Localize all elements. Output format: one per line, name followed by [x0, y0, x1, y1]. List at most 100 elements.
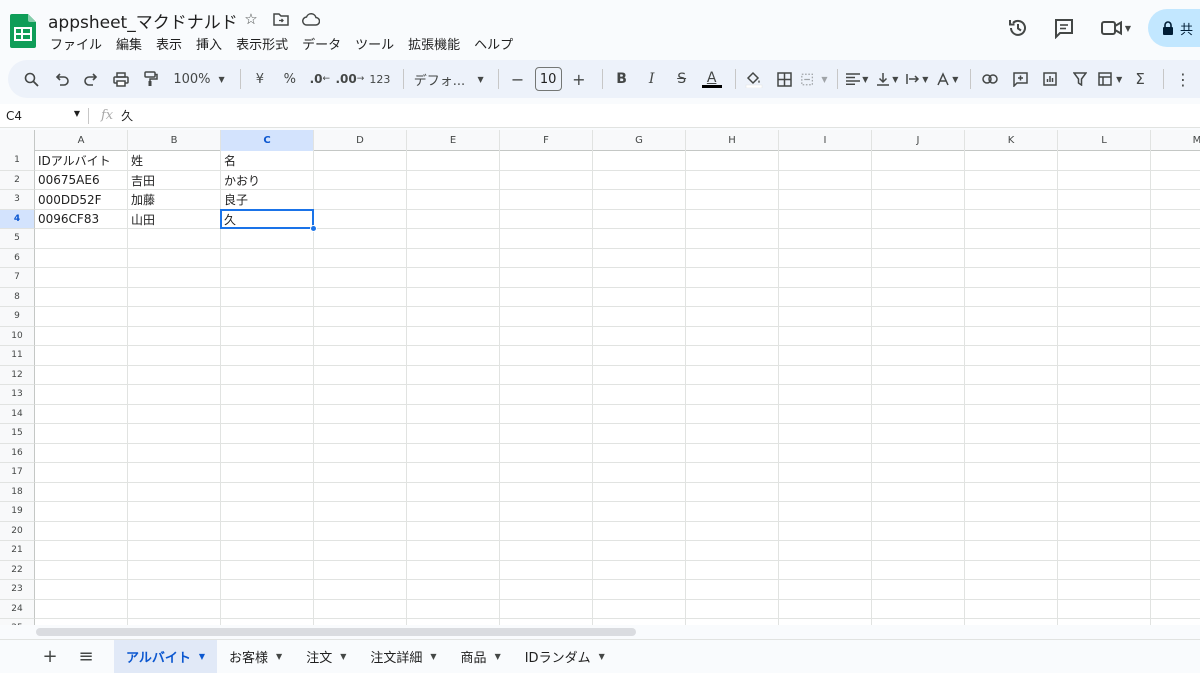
- comments-icon[interactable]: [1044, 8, 1084, 48]
- row-header-11[interactable]: 11: [0, 346, 35, 366]
- number-format-button[interactable]: 123: [367, 65, 393, 93]
- menu-insert[interactable]: 挿入: [196, 34, 228, 53]
- insert-chart-icon[interactable]: [1037, 65, 1063, 93]
- column-header-f[interactable]: F: [500, 130, 593, 151]
- cell-b1[interactable]: 姓: [128, 151, 221, 171]
- column-header-a[interactable]: A: [35, 130, 128, 151]
- cell-a3[interactable]: 000DD52F: [35, 190, 128, 210]
- row-header-14[interactable]: 14: [0, 404, 35, 424]
- chevron-down-icon[interactable]: ▼: [599, 652, 605, 661]
- column-header-c[interactable]: C: [221, 130, 314, 151]
- sheet-tab-2[interactable]: 注文 ▼: [294, 640, 358, 673]
- borders-icon[interactable]: [771, 65, 797, 93]
- row-header-3[interactable]: 3: [0, 190, 35, 210]
- horizontal-scrollbar[interactable]: [36, 628, 636, 636]
- select-all-corner[interactable]: [0, 130, 35, 151]
- column-header-d[interactable]: D: [314, 130, 407, 151]
- paint-format-icon[interactable]: [138, 65, 164, 93]
- menu-help[interactable]: ヘルプ: [474, 34, 519, 53]
- cell-a1[interactable]: IDアルバイト: [35, 151, 128, 171]
- cell-b4[interactable]: 山田: [128, 210, 221, 230]
- menu-data[interactable]: データ: [302, 34, 347, 53]
- font-size-decrease-button[interactable]: −: [505, 65, 531, 93]
- italic-button[interactable]: I: [639, 65, 665, 93]
- row-header-16[interactable]: 16: [0, 443, 35, 463]
- row-header-6[interactable]: 6: [0, 248, 35, 268]
- move-folder-icon[interactable]: [272, 10, 290, 28]
- menu-format[interactable]: 表示形式: [236, 34, 294, 53]
- fill-handle[interactable]: [310, 225, 317, 232]
- add-sheet-button[interactable]: +: [32, 640, 68, 673]
- insert-link-icon[interactable]: [977, 65, 1003, 93]
- filter-icon[interactable]: [1067, 65, 1093, 93]
- column-header-g[interactable]: G: [593, 130, 686, 151]
- menu-view[interactable]: 表示: [156, 34, 188, 53]
- percent-format-button[interactable]: %: [277, 65, 303, 93]
- chevron-down-icon[interactable]: ▼: [276, 652, 282, 661]
- redo-icon[interactable]: [78, 65, 104, 93]
- version-history-icon[interactable]: [998, 8, 1038, 48]
- column-header-b[interactable]: B: [128, 130, 221, 151]
- text-color-button[interactable]: A: [699, 65, 725, 93]
- currency-format-button[interactable]: ¥: [247, 65, 273, 93]
- row-header-23[interactable]: 23: [0, 580, 35, 600]
- print-icon[interactable]: [108, 65, 134, 93]
- functions-icon[interactable]: Σ: [1127, 65, 1153, 93]
- column-header-l[interactable]: L: [1058, 130, 1151, 151]
- column-header-h[interactable]: H: [686, 130, 779, 151]
- column-header-i[interactable]: I: [779, 130, 872, 151]
- row-header-19[interactable]: 19: [0, 502, 35, 522]
- menu-extensions[interactable]: 拡張機能: [408, 34, 466, 53]
- sheet-tab-3[interactable]: 注文詳細 ▼: [358, 640, 448, 673]
- filter-views-icon[interactable]: ▼: [1097, 65, 1123, 93]
- cell-b2[interactable]: 吉田: [128, 171, 221, 191]
- sheet-tab-4[interactable]: 商品 ▼: [449, 640, 513, 673]
- row-header-10[interactable]: 10: [0, 326, 35, 346]
- row-header-13[interactable]: 13: [0, 385, 35, 405]
- name-box[interactable]: C4 ▼: [0, 109, 88, 123]
- chevron-down-icon[interactable]: ▼: [340, 652, 346, 661]
- decrease-decimal-button[interactable]: .0 ←: [307, 65, 333, 93]
- more-options-icon[interactable]: ⋮: [1170, 65, 1196, 93]
- column-header-k[interactable]: K: [965, 130, 1058, 151]
- increase-decimal-button[interactable]: .00 →: [335, 65, 364, 93]
- row-header-25[interactable]: 25: [0, 619, 35, 625]
- row-header-8[interactable]: 8: [0, 287, 35, 307]
- column-header-j[interactable]: J: [872, 130, 965, 151]
- chevron-down-icon[interactable]: ▼: [430, 652, 436, 661]
- menu-file[interactable]: ファイル: [50, 34, 108, 53]
- cloud-status-icon[interactable]: [302, 10, 320, 28]
- row-header-15[interactable]: 15: [0, 424, 35, 444]
- undo-icon[interactable]: [48, 65, 74, 93]
- spreadsheet-grid[interactable]: ABCDEFGHIJKLM 1 2 3 4 5 6 7 8 9 10 11 12 13 14 15 16 17 1…: [0, 130, 1200, 625]
- all-sheets-icon[interactable]: ≡: [68, 640, 104, 673]
- row-header-2[interactable]: 2: [0, 170, 35, 190]
- cell-c3[interactable]: 良子: [221, 190, 314, 210]
- font-size-input[interactable]: 10: [534, 67, 562, 91]
- chevron-down-icon[interactable]: ▼: [495, 652, 501, 661]
- vertical-align-icon[interactable]: ▼: [874, 65, 900, 93]
- cell-a2[interactable]: 00675AE6: [35, 171, 128, 191]
- sheet-tab-1[interactable]: お客様 ▼: [217, 640, 294, 673]
- text-rotation-icon[interactable]: ▼: [934, 65, 960, 93]
- formula-input[interactable]: 久: [121, 107, 133, 124]
- row-header-9[interactable]: 9: [0, 307, 35, 327]
- row-header-22[interactable]: 22: [0, 560, 35, 580]
- row-header-18[interactable]: 18: [0, 482, 35, 502]
- cell-b3[interactable]: 加藤: [128, 190, 221, 210]
- document-title[interactable]: appsheet_マクドナルド: [48, 8, 238, 33]
- cell-c2[interactable]: かおり: [221, 171, 314, 191]
- insert-comment-icon[interactable]: [1007, 65, 1033, 93]
- fill-color-icon[interactable]: [741, 65, 767, 93]
- meet-video-icon[interactable]: ▼: [1090, 8, 1142, 48]
- zoom-select[interactable]: 100% ▼: [168, 65, 230, 93]
- row-header-20[interactable]: 20: [0, 521, 35, 541]
- search-menus-icon[interactable]: [18, 65, 44, 93]
- merge-cells-icon[interactable]: ▼: [801, 65, 827, 93]
- row-header-12[interactable]: 12: [0, 365, 35, 385]
- row-header-5[interactable]: 5: [0, 229, 35, 249]
- sheet-tab-5[interactable]: IDランダム ▼: [513, 640, 617, 673]
- row-header-7[interactable]: 7: [0, 268, 35, 288]
- column-header-e[interactable]: E: [407, 130, 500, 151]
- menu-tools[interactable]: ツール: [355, 34, 400, 53]
